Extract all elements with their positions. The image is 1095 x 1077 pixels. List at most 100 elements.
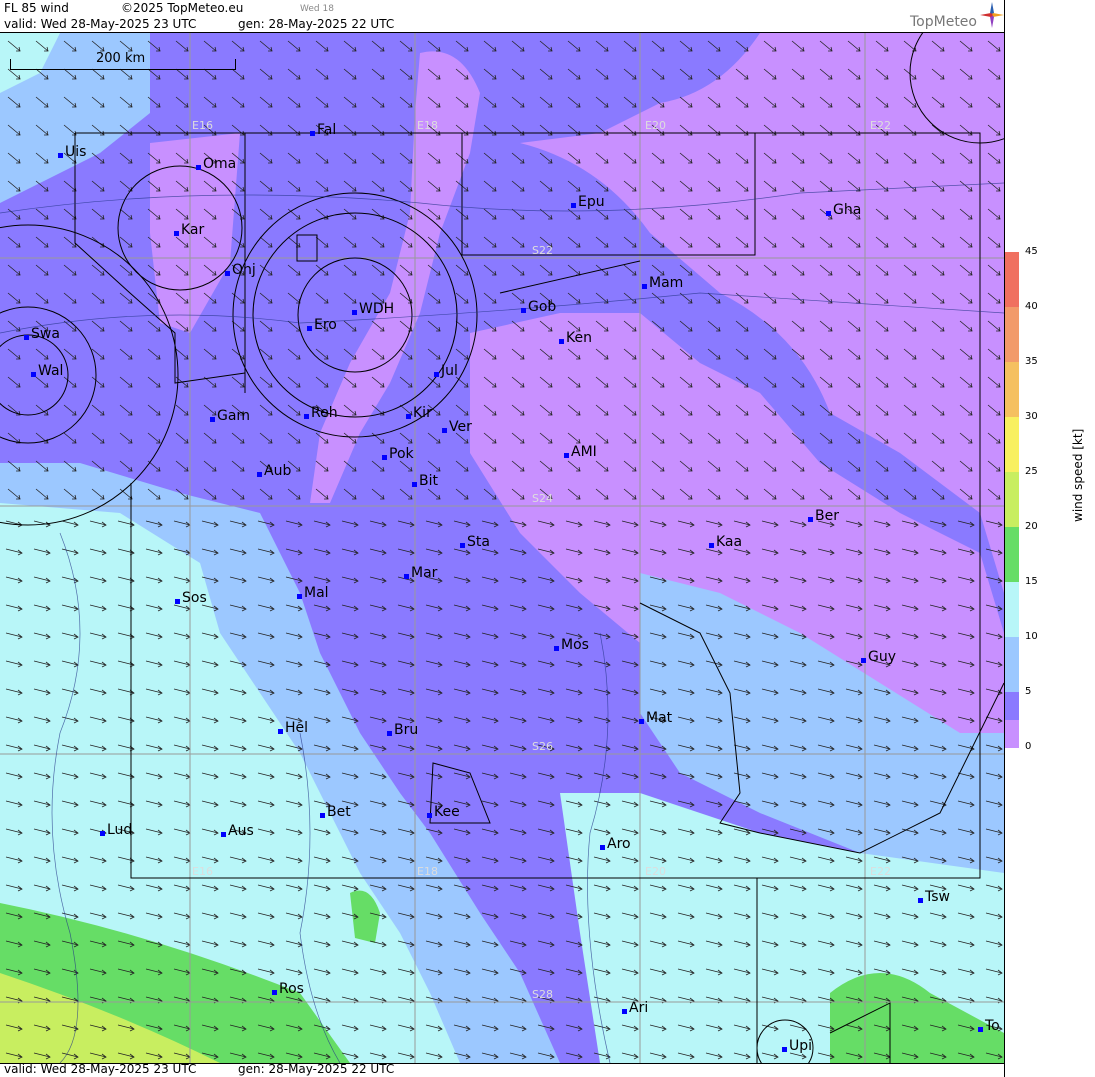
town-marker[interactable]: Mos	[554, 637, 589, 653]
copyright-text: ©2025 TopMeteo.eu	[121, 1, 244, 15]
town-label: Mar	[411, 565, 438, 581]
town-marker[interactable]: Epu	[571, 194, 605, 210]
legend-tick: 45	[1025, 246, 1038, 257]
town-marker[interactable]: Mat	[639, 710, 672, 726]
town-label: Swa	[31, 326, 60, 342]
town-marker[interactable]: Onj	[225, 262, 256, 278]
town-marker[interactable]: Swa	[24, 326, 60, 342]
town-marker[interactable]: Wal	[31, 363, 63, 379]
town-marker[interactable]: Guy	[861, 649, 896, 665]
town-label: Bru	[394, 722, 419, 738]
compass-logo-icon	[980, 2, 1004, 28]
town-marker[interactable]: Kee	[427, 804, 460, 820]
town-marker[interactable]: Uis	[58, 144, 86, 160]
legend-tick: 10	[1025, 631, 1038, 642]
footer-generated-time: gen: 28-May-2025 22 UTC	[238, 1062, 395, 1076]
grid-label-e22-top: E22	[870, 119, 891, 132]
town-marker[interactable]: AMI	[564, 444, 597, 460]
town-marker[interactable]: Ken	[559, 330, 592, 346]
town-label: Ken	[566, 330, 592, 346]
town-label: Bet	[327, 804, 351, 820]
legend-tick: 25	[1025, 466, 1038, 477]
town-marker[interactable]: Gob	[521, 299, 556, 315]
town-marker[interactable]: Tsw	[918, 889, 950, 905]
town-marker[interactable]: Bru	[387, 722, 418, 738]
grid-label-s28: S28	[532, 988, 553, 1001]
town-marker[interactable]: Ero	[307, 317, 337, 333]
town-marker[interactable]: Fal	[310, 122, 336, 138]
town-label: Aus	[228, 823, 254, 839]
wind-map[interactable]: 200 km E16 E18 E20 E22 S22 S24 S26 S28 E…	[0, 32, 1004, 1064]
town-label: Mos	[561, 637, 589, 653]
town-marker[interactable]: Mal	[297, 585, 329, 601]
town-marker[interactable]: Kar	[174, 222, 204, 238]
town-marker[interactable]: Pok	[382, 446, 414, 462]
legend-tick: 0	[1025, 741, 1032, 752]
town-label: Onj	[232, 262, 256, 278]
town-marker[interactable]: To	[978, 1018, 1000, 1034]
town-label: Oma	[203, 156, 237, 172]
town-label: Uis	[65, 144, 87, 160]
town-marker[interactable]: Kir	[406, 405, 432, 421]
town-label: Bit	[419, 473, 438, 489]
generated-time: gen: 28-May-2025 22 UTC	[238, 17, 395, 31]
grid-label-e18-bottom: E18	[417, 865, 438, 878]
town-label: Pok	[389, 446, 414, 462]
town-marker[interactable]: Upi	[782, 1038, 812, 1054]
town-marker[interactable]: Aus	[221, 823, 254, 839]
town-label: Sos	[182, 590, 207, 606]
town-label: Lud	[107, 822, 133, 838]
footer-valid-time: valid: Wed 28-May-2025 23 UTC	[4, 1062, 197, 1076]
town-marker[interactable]: Ari	[622, 1000, 648, 1016]
wind-field	[0, 33, 1004, 1063]
town-marker[interactable]: Mam	[642, 275, 683, 291]
town-marker[interactable]: Ver	[442, 419, 472, 435]
grid-label-e22-bottom: E22	[870, 865, 891, 878]
product-title: FL 85 wind	[4, 1, 69, 15]
town-marker[interactable]: Kaa	[709, 534, 742, 550]
town-marker[interactable]: WDH	[352, 301, 394, 317]
town-label: Mat	[646, 710, 673, 726]
town-marker[interactable]: Sos	[175, 590, 207, 606]
town-marker[interactable]: Jul	[434, 363, 458, 379]
scale-bar-label: 200 km	[96, 51, 146, 66]
grid-label-e16-top: E16	[192, 119, 213, 132]
town-label: Reh	[311, 405, 338, 421]
grid-label-e16-bottom: E16	[192, 865, 213, 878]
town-marker[interactable]: Ber	[808, 508, 839, 524]
legend-title: wind speed [kt]	[1071, 428, 1085, 522]
town-marker[interactable]: Aro	[600, 836, 631, 852]
town-label: Hel	[285, 720, 309, 736]
town-marker[interactable]: Ros	[272, 981, 304, 997]
town-marker[interactable]: Gam	[210, 408, 250, 424]
town-marker[interactable]: Reh	[304, 405, 338, 421]
town-marker[interactable]: Oma	[196, 156, 236, 172]
town-label: Aro	[607, 836, 631, 852]
town-marker[interactable]: Bit	[412, 473, 438, 489]
day-tag: Wed 18	[300, 4, 334, 14]
grid-label-e20-top: E20	[645, 119, 666, 132]
town-label: Ero	[314, 317, 337, 333]
town-marker[interactable]: Hel	[278, 720, 308, 736]
town-label: Tsw	[925, 889, 950, 905]
town-marker[interactable]: Mar	[404, 565, 437, 581]
town-label: Fal	[317, 122, 337, 138]
town-marker[interactable]: Aub	[257, 463, 291, 479]
legend-tick: 35	[1025, 356, 1038, 367]
town-label: Guy	[868, 649, 897, 665]
town-label: Kee	[434, 804, 460, 820]
town-label: To	[985, 1018, 1000, 1034]
town-marker[interactable]: Bet	[320, 804, 351, 820]
grid-label-s22: S22	[532, 244, 553, 257]
legend-tick: 5	[1025, 686, 1032, 697]
town-label: Ver	[449, 419, 472, 435]
town-label: Upi	[789, 1038, 813, 1054]
town-label: Wal	[38, 363, 64, 379]
town-label: AMI	[571, 444, 597, 460]
town-label: Epu	[578, 194, 605, 210]
grid-label-s24: S24	[532, 492, 553, 505]
town-marker[interactable]: Gha	[826, 202, 861, 218]
town-marker[interactable]: Sta	[460, 534, 490, 550]
town-marker[interactable]: Lud	[100, 822, 132, 838]
town-label: Mal	[304, 585, 329, 601]
